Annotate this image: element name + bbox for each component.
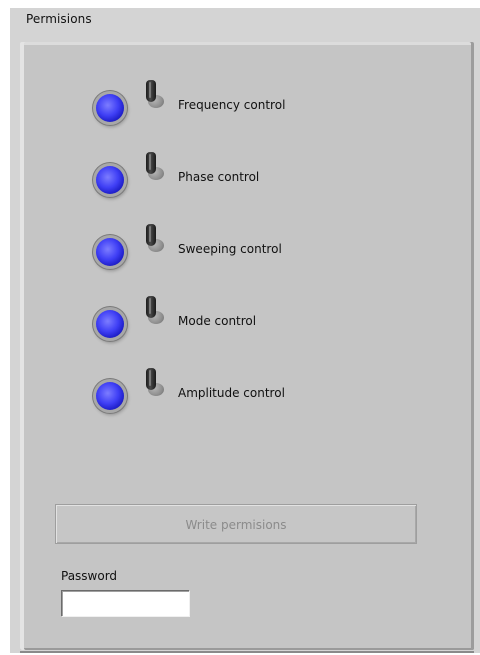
permission-label: Amplitude control — [178, 386, 285, 400]
permission-row-mode: Mode control — [0, 296, 480, 370]
permission-row-frequency: Frequency control — [0, 80, 480, 154]
toggle-lever — [146, 80, 156, 102]
window-title: Permisions — [26, 12, 92, 26]
permission-row-sweeping: Sweeping control — [0, 224, 480, 298]
toggle-switch-icon[interactable] — [142, 224, 166, 264]
permission-row-amplitude: Amplitude control — [0, 368, 480, 442]
led-indicator-icon — [96, 310, 124, 338]
password-label: Password — [61, 569, 118, 583]
led-indicator-icon — [96, 94, 124, 122]
write-permissions-button[interactable]: Write permisions — [55, 504, 417, 544]
toggle-switch-icon[interactable] — [142, 296, 166, 336]
led-indicator-icon — [96, 238, 124, 266]
permission-label: Sweeping control — [178, 242, 282, 256]
toggle-switch-icon[interactable] — [142, 368, 166, 408]
toggle-lever — [146, 224, 156, 246]
permission-label: Mode control — [178, 314, 257, 328]
toggle-switch-icon[interactable] — [142, 80, 166, 120]
led-indicator-icon — [96, 166, 124, 194]
permission-label: Phase control — [178, 170, 260, 184]
password-input[interactable] — [61, 590, 189, 616]
permission-row-phase: Phase control — [0, 152, 480, 226]
led-indicator-icon — [96, 382, 124, 410]
toggle-lever — [146, 296, 156, 318]
toggle-lever — [146, 152, 156, 174]
permission-label: Frequency control — [178, 98, 286, 112]
toggle-lever — [146, 368, 156, 390]
toggle-switch-icon[interactable] — [142, 152, 166, 192]
panel-divider — [20, 651, 474, 653]
